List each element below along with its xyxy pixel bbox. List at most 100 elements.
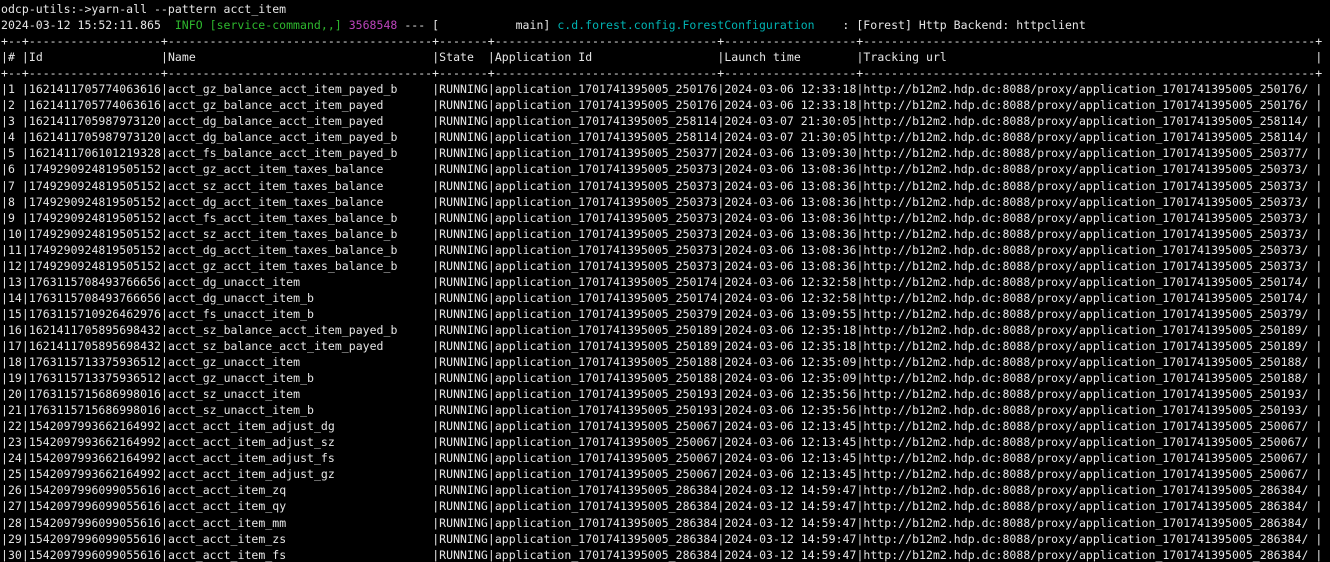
cell-name: acct_sz_unacct_item_b <box>168 403 432 417</box>
cell-num: 26 <box>8 483 22 497</box>
cell-tracking-url[interactable]: http://b12m2.hdp.dc:8088/proxy/applicati… <box>863 243 1315 257</box>
cell-app-id: application_1701741395005_250373 <box>495 259 718 273</box>
cell-state: RUNNING <box>439 435 488 449</box>
cell-tracking-url[interactable]: http://b12m2.hdp.dc:8088/proxy/applicati… <box>863 162 1315 176</box>
cell-name: acct_sz_unacct_item <box>168 387 432 401</box>
table-row: |16|1621411705895698432|acct_sz_balance_… <box>1 322 1330 338</box>
cell-num: 11 <box>8 243 22 257</box>
cell-tracking-url[interactable]: http://b12m2.hdp.dc:8088/proxy/applicati… <box>863 371 1315 385</box>
log-segment: 2024-03-12 15:52:11.865 <box>1 18 175 32</box>
cell-state: RUNNING <box>439 323 488 337</box>
cell-tracking-url[interactable]: http://b12m2.hdp.dc:8088/proxy/applicati… <box>863 435 1315 449</box>
cell-name: acct_acct_item_zs <box>168 532 432 546</box>
column-header-state: State <box>439 50 488 64</box>
cell-tracking-url[interactable]: http://b12m2.hdp.dc:8088/proxy/applicati… <box>863 146 1315 160</box>
cell-tracking-url[interactable]: http://b12m2.hdp.dc:8088/proxy/applicati… <box>863 403 1315 417</box>
cell-name: acct_gz_unacct_item <box>168 355 432 369</box>
cell-tracking-url[interactable]: http://b12m2.hdp.dc:8088/proxy/applicati… <box>863 516 1315 530</box>
cell-id: 1763115708493766656 <box>29 291 161 305</box>
cell-tracking-url[interactable]: http://b12m2.hdp.dc:8088/proxy/applicati… <box>863 323 1315 337</box>
cell-id: 1763115713375936512 <box>29 355 161 369</box>
command-line: odcp-utils:->yarn-all --pattern acct_ite… <box>1 1 1330 17</box>
cell-tracking-url[interactable]: http://b12m2.hdp.dc:8088/proxy/applicati… <box>863 227 1315 241</box>
cell-app-id: application_1701741395005_250373 <box>495 195 718 209</box>
cell-state: RUNNING <box>439 259 488 273</box>
cell-state: RUNNING <box>439 516 488 530</box>
cell-id: 1749290924819505152 <box>29 227 161 241</box>
cell-app-id: application_1701741395005_250067 <box>495 467 718 481</box>
cell-tracking-url[interactable]: http://b12m2.hdp.dc:8088/proxy/applicati… <box>863 211 1315 225</box>
cell-tracking-url[interactable]: http://b12m2.hdp.dc:8088/proxy/applicati… <box>863 451 1315 465</box>
cell-id: 1621411705987973120 <box>29 114 161 128</box>
cell-app-id: application_1701741395005_286384 <box>495 516 718 530</box>
cell-tracking-url[interactable]: http://b12m2.hdp.dc:8088/proxy/applicati… <box>863 467 1315 481</box>
table-row: |1 |1621411705774063616|acct_gz_balance_… <box>1 81 1330 97</box>
cell-name: acct_acct_item_adjust_dg <box>168 419 432 433</box>
cell-tracking-url[interactable]: http://b12m2.hdp.dc:8088/proxy/applicati… <box>863 499 1315 513</box>
cell-launch-time: 2024-03-06 13:08:36 <box>724 162 856 176</box>
cell-tracking-url[interactable]: http://b12m2.hdp.dc:8088/proxy/applicati… <box>863 82 1315 96</box>
table-row: |13|1763115708493766656|acct_dg_unacct_i… <box>1 274 1330 290</box>
cell-id: 1542097993662164992 <box>29 419 161 433</box>
cell-launch-time: 2024-03-06 12:33:18 <box>724 98 856 112</box>
cell-app-id: application_1701741395005_258114 <box>495 130 718 144</box>
cell-tracking-url[interactable]: http://b12m2.hdp.dc:8088/proxy/applicati… <box>863 419 1315 433</box>
cell-tracking-url[interactable]: http://b12m2.hdp.dc:8088/proxy/applicati… <box>863 532 1315 546</box>
table-row: |17|1621411705895698432|acct_sz_balance_… <box>1 338 1330 354</box>
table-row: |6 |1749290924819505152|acct_gz_acct_ite… <box>1 161 1330 177</box>
cell-num: 21 <box>8 403 22 417</box>
cell-tracking-url[interactable]: http://b12m2.hdp.dc:8088/proxy/applicati… <box>863 483 1315 497</box>
cell-app-id: application_1701741395005_250377 <box>495 146 718 160</box>
cell-tracking-url[interactable]: http://b12m2.hdp.dc:8088/proxy/applicati… <box>863 130 1315 144</box>
cell-app-id: application_1701741395005_250379 <box>495 307 718 321</box>
cell-app-id: application_1701741395005_258114 <box>495 114 718 128</box>
cell-num: 12 <box>8 259 22 273</box>
table-row: |2 |1621411705774063616|acct_gz_balance_… <box>1 97 1330 113</box>
cell-state: RUNNING <box>439 548 488 562</box>
cell-tracking-url[interactable]: http://b12m2.hdp.dc:8088/proxy/applicati… <box>863 355 1315 369</box>
cell-app-id: application_1701741395005_250193 <box>495 403 718 417</box>
cell-tracking-url[interactable]: http://b12m2.hdp.dc:8088/proxy/applicati… <box>863 387 1315 401</box>
cell-num: 6 <box>8 162 22 176</box>
table-border: +--+-------------------+----------------… <box>1 65 1330 81</box>
terminal-window[interactable]: odcp-utils:->yarn-all --pattern acct_ite… <box>0 0 1330 562</box>
table-row: |24|1542097993662164992|acct_acct_item_a… <box>1 450 1330 466</box>
cell-tracking-url[interactable]: http://b12m2.hdp.dc:8088/proxy/applicati… <box>863 291 1315 305</box>
cell-num: 27 <box>8 499 22 513</box>
cell-id: 1763115715686998016 <box>29 387 161 401</box>
table-row: |9 |1749290924819505152|acct_fs_acct_ite… <box>1 210 1330 226</box>
cell-tracking-url[interactable]: http://b12m2.hdp.dc:8088/proxy/applicati… <box>863 179 1315 193</box>
log-segment: 3568548 <box>349 18 398 32</box>
cell-tracking-url[interactable]: http://b12m2.hdp.dc:8088/proxy/applicati… <box>863 114 1315 128</box>
cell-name: acct_dg_balance_acct_item_payed <box>168 114 432 128</box>
cell-id: 1763115710926462976 <box>29 307 161 321</box>
cell-tracking-url[interactable]: http://b12m2.hdp.dc:8088/proxy/applicati… <box>863 339 1315 353</box>
cell-state: RUNNING <box>439 146 488 160</box>
cell-app-id: application_1701741395005_250373 <box>495 179 718 193</box>
cell-tracking-url[interactable]: http://b12m2.hdp.dc:8088/proxy/applicati… <box>863 195 1315 209</box>
cell-name: acct_gz_balance_acct_item_payed_b <box>168 82 432 96</box>
cell-state: RUNNING <box>439 403 488 417</box>
cell-state: RUNNING <box>439 387 488 401</box>
table-row: |4 |1621411705987973120|acct_dg_balance_… <box>1 129 1330 145</box>
cell-id: 1621411705987973120 <box>29 130 161 144</box>
cell-name: acct_sz_acct_item_taxes_balance <box>168 179 432 193</box>
cell-launch-time: 2024-03-07 21:30:05 <box>724 114 856 128</box>
cell-launch-time: 2024-03-06 12:35:56 <box>724 403 856 417</box>
cell-num: 17 <box>8 339 22 353</box>
cell-num: 25 <box>8 467 22 481</box>
cell-tracking-url[interactable]: http://b12m2.hdp.dc:8088/proxy/applicati… <box>863 548 1315 562</box>
cell-tracking-url[interactable]: http://b12m2.hdp.dc:8088/proxy/applicati… <box>863 98 1315 112</box>
cell-num: 18 <box>8 355 22 369</box>
table-row: |28|1542097996099055616|acct_acct_item_m… <box>1 515 1330 531</box>
cell-tracking-url[interactable]: http://b12m2.hdp.dc:8088/proxy/applicati… <box>863 259 1315 273</box>
cell-launch-time: 2024-03-06 12:35:56 <box>724 387 856 401</box>
cell-launch-time: 2024-03-12 14:59:47 <box>724 548 856 562</box>
cell-name: acct_gz_balance_acct_item_payed <box>168 98 432 112</box>
cell-tracking-url[interactable]: http://b12m2.hdp.dc:8088/proxy/applicati… <box>863 275 1315 289</box>
cell-tracking-url[interactable]: http://b12m2.hdp.dc:8088/proxy/applicati… <box>863 307 1315 321</box>
table-row: |21|1763115715686998016|acct_sz_unacct_i… <box>1 402 1330 418</box>
cell-num: 8 <box>8 195 22 209</box>
cell-name: acct_acct_item_adjust_fs <box>168 451 432 465</box>
cell-launch-time: 2024-03-06 12:35:18 <box>724 339 856 353</box>
